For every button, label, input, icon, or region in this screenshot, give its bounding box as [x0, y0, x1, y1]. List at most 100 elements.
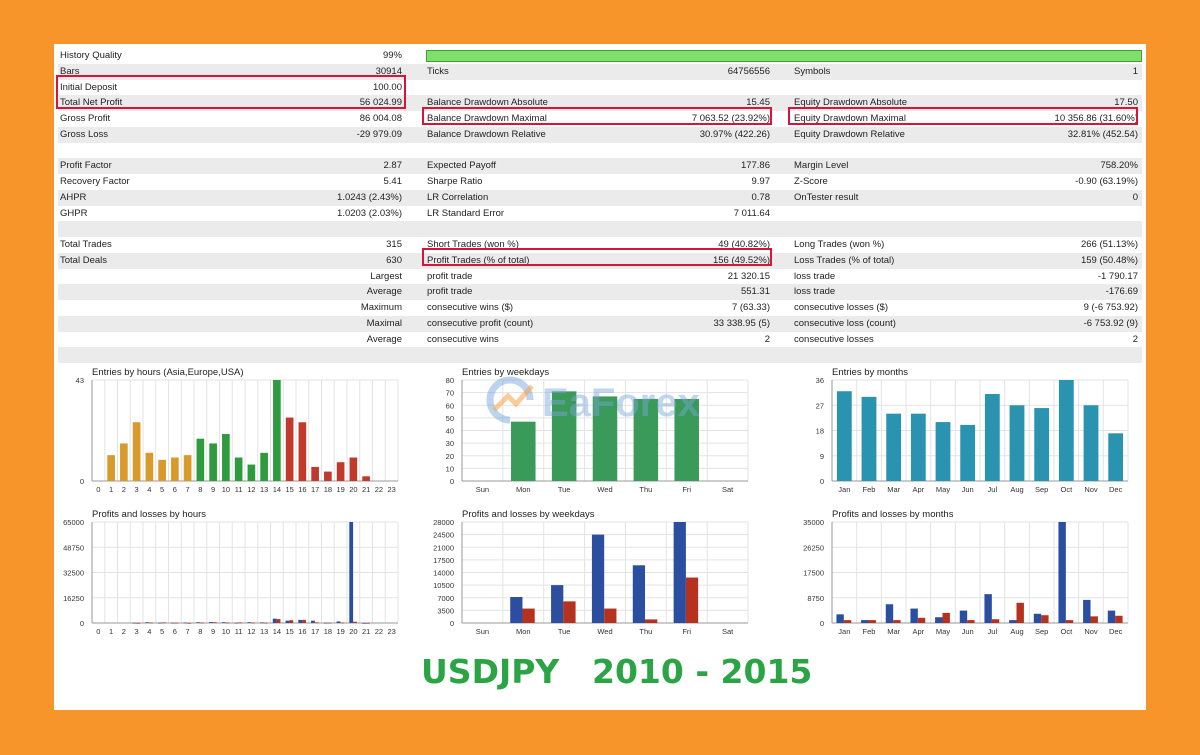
bar [132, 622, 137, 624]
bar [238, 622, 243, 624]
metric-value: 30914 [375, 65, 402, 77]
metric-label: Expected Payoff [427, 160, 497, 172]
x-tick-label: Fri [682, 627, 691, 636]
chart-title: Profits and losses by months [832, 509, 954, 520]
x-tick-label: 3 [135, 627, 139, 636]
metric-value: 758.20% [1100, 160, 1138, 172]
report-row: Average profit trade 551.31 loss trade -176.… [58, 284, 1142, 300]
y-tick-label: 20 [446, 452, 454, 461]
metric-label: loss trade [794, 270, 836, 282]
x-tick-label: 15 [285, 485, 293, 494]
y-tick-label: 32500 [63, 569, 84, 578]
tester-report-panel: History Quality 99% Bars 30914 Ticks 64756556… [54, 44, 1146, 710]
x-tick-label: 21 [362, 485, 370, 494]
bar [298, 619, 303, 623]
y-tick-label: 65000 [63, 518, 84, 527]
x-tick-label: Aug [1010, 485, 1023, 494]
bar [174, 622, 179, 624]
metric-label: Balance Drawdown Maximal [427, 113, 547, 124]
metric-value: 10 356.86 (31.60%) [1054, 113, 1138, 124]
x-tick-label: Sat [722, 627, 734, 636]
report-row: Maximal consecutive profit (count) 33 338.… [58, 315, 1142, 332]
x-tick-label: Sun [476, 485, 489, 494]
x-tick-label: 18 [324, 627, 332, 636]
x-tick-label: Mar [887, 485, 900, 494]
metric-label: Initial Deposit [60, 81, 118, 93]
results-table: History Quality 99% Bars 30914 Ticks 64756556… [56, 48, 1142, 363]
metric-label: OnTester result [794, 191, 859, 203]
bar [171, 457, 179, 481]
bar [222, 434, 230, 481]
bar [1107, 610, 1116, 623]
x-tick-label: 17 [311, 627, 319, 636]
metric-value: 630 [386, 254, 402, 266]
report-row: Average consecutive wins 2 consecutive loss… [58, 332, 1142, 348]
bar [1033, 613, 1042, 623]
metric-value: 1.0243 (2.43%) [337, 191, 402, 203]
x-tick-label: 17 [311, 485, 319, 494]
x-tick-label: 9 [211, 485, 215, 494]
y-tick-label: 0 [80, 619, 84, 628]
y-tick-label: 28000 [433, 518, 454, 527]
x-tick-label: Sat [722, 485, 734, 494]
metric-value: Largest [370, 270, 402, 282]
bar [959, 610, 968, 623]
y-tick-label: 7000 [437, 594, 454, 603]
bar [196, 438, 205, 481]
bar [221, 622, 226, 624]
x-tick-label: 10 [222, 627, 230, 636]
x-tick-label: Jun [962, 627, 974, 636]
bar [324, 471, 332, 481]
bar [260, 622, 264, 624]
bar [1058, 522, 1066, 623]
metric-value: Maximum [360, 302, 402, 313]
bar [183, 622, 188, 624]
bar [984, 594, 992, 623]
metric-label: Total Deals [60, 254, 107, 266]
metric-value: 17.50 [1114, 97, 1138, 109]
bar [591, 534, 605, 623]
metric-label: Profit Factor [60, 160, 112, 172]
bar [149, 622, 153, 624]
x-tick-label: Oct [1060, 627, 1073, 636]
bar [314, 622, 319, 624]
bar [1016, 602, 1024, 623]
report-row: AHPR 1.0243 (2.43%) LR Correlation 0.78 OnTe… [58, 189, 1142, 206]
x-tick-label: 23 [387, 485, 395, 494]
bar [340, 622, 345, 624]
metric-label: Long Trades (won %) [794, 239, 885, 250]
report-row: Bars 30914 Ticks 64756556 Symbols 1 [58, 63, 1142, 80]
y-tick-label: 0 [450, 477, 454, 486]
metric-value: 15.45 [746, 97, 770, 109]
x-tick-label: 0 [96, 627, 100, 636]
y-tick-label: 3500 [437, 606, 454, 615]
metric-label: consecutive losses [794, 333, 874, 345]
x-tick-label: 5 [160, 627, 164, 636]
bar [960, 424, 976, 481]
metric-value: 32.81% (452.54) [1067, 128, 1138, 140]
bar [910, 608, 918, 623]
metric-value: 0.78 [751, 191, 771, 203]
bar [1108, 433, 1124, 481]
x-tick-label: Sun [476, 627, 489, 636]
metric-value: 1 [1132, 65, 1138, 77]
metric-label: consecutive profit (count) [427, 317, 534, 329]
metric-label: loss trade [794, 286, 836, 298]
metric-label: Equity Drawdown Relative [794, 128, 905, 140]
y-tick-label: 0 [80, 477, 84, 486]
y-tick-label: 0 [820, 619, 824, 628]
metric-label: Gross Profit [60, 113, 111, 124]
metric-label: Gross Loss [60, 128, 109, 140]
report-row: Largest profit trade 21 320.15 loss trade -1… [58, 269, 1142, 285]
bar [247, 622, 252, 624]
metric-label: consecutive wins [427, 333, 499, 345]
eaforex-logo-icon [486, 376, 534, 424]
x-tick-label: Thu [639, 485, 652, 494]
bar [984, 394, 1000, 481]
x-tick-label: 14 [273, 485, 281, 494]
metric-value: 315 [386, 239, 402, 250]
bar [136, 622, 141, 624]
bar [1034, 408, 1050, 481]
bar [942, 612, 950, 623]
metric-label: GHPR [60, 207, 88, 219]
